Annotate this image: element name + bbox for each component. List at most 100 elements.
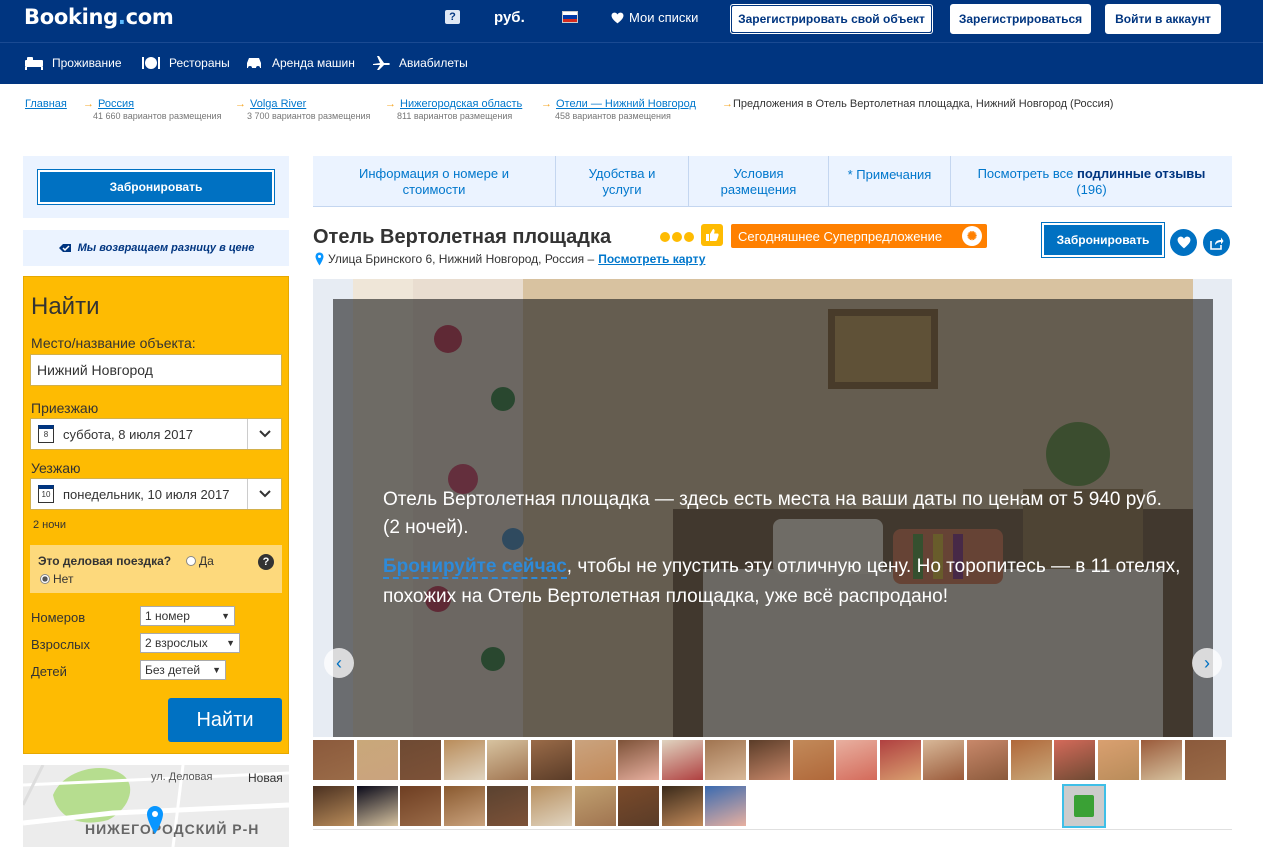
map-pin-icon: [147, 806, 163, 834]
tab-amenities[interactable]: Удобства и услуги: [556, 156, 689, 207]
nav-accommodation-label: Проживание: [52, 56, 122, 70]
business-yes-radio[interactable]: Да: [186, 554, 214, 568]
breadcrumb-hotels[interactable]: → Отели — Нижний Новгород 458 вариантов ра…: [541, 98, 696, 121]
photo-thumbnail[interactable]: [574, 740, 616, 780]
photo-thumbnail[interactable]: [400, 740, 442, 780]
thumbs-up-icon[interactable]: [701, 224, 723, 246]
nav-restaurants[interactable]: Рестораны: [141, 55, 230, 71]
photo-thumbnail[interactable]: [313, 786, 354, 826]
breadcrumb-volga[interactable]: → Volga River 3 700 вариантов размещения: [235, 98, 370, 121]
currency-selector[interactable]: руб.: [494, 9, 525, 26]
breadcrumb-home-link[interactable]: Главная: [25, 98, 67, 110]
photo-thumbnail[interactable]: [923, 740, 965, 780]
nav-restaurants-label: Рестораны: [169, 56, 230, 70]
photo-thumbnail[interactable]: [531, 786, 572, 826]
destination-input[interactable]: Нижний Новгород: [30, 354, 282, 386]
save-heart-icon[interactable]: [1170, 229, 1197, 256]
breadcrumb-volga-link[interactable]: Volga River: [250, 98, 306, 110]
photo-thumbnail[interactable]: [443, 786, 485, 826]
photo-thumbnail[interactable]: [400, 786, 442, 826]
photo-thumbnail[interactable]: [443, 740, 485, 780]
prev-photo-arrow-icon[interactable]: ‹: [324, 648, 354, 678]
breadcrumb-region[interactable]: → Нижегородская область 811 вариантов разм…: [385, 98, 522, 121]
photo-thumbnail[interactable]: [836, 740, 878, 780]
photo-thumbnail[interactable]: [705, 786, 747, 826]
super-deal-badge[interactable]: Сегодняшнее Суперпредложение ✺: [731, 224, 987, 248]
checkout-date-value: понедельник, 10 июля 2017: [63, 486, 230, 502]
breadcrumb-region-link[interactable]: Нижегородская область: [400, 98, 522, 110]
checkin-date-input[interactable]: 8 суббота, 8 июля 2017: [30, 418, 282, 450]
breadcrumb-region-count: 811 вариантов размещения: [397, 111, 513, 121]
photo-thumbnail[interactable]: [1097, 740, 1139, 780]
tab-reviews[interactable]: Посмотреть все подлинные отзывы (196): [951, 156, 1232, 207]
nav-car-rental-label: Аренда машин: [272, 56, 355, 70]
rooms-select[interactable]: 1 номер ▼: [140, 606, 235, 626]
checkout-date-input[interactable]: 10 понедельник, 10 июля 2017: [30, 478, 282, 510]
photo-thumbnail[interactable]: [1010, 740, 1052, 780]
next-photo-arrow-icon[interactable]: ›: [1192, 648, 1222, 678]
tab-conditions[interactable]: Условия размещения: [689, 156, 829, 207]
nav-flights-label: Авиабилеты: [399, 56, 468, 70]
book-now-link[interactable]: Бронируйте сейчас: [383, 556, 567, 579]
checkin-label: Приезжаю: [31, 400, 99, 416]
photo-thumbnail[interactable]: [487, 740, 529, 780]
search-submit-button[interactable]: Найти: [168, 698, 282, 742]
photo-thumbnail[interactable]: [531, 740, 572, 780]
chevron-down-icon[interactable]: [247, 479, 281, 509]
price-match-banner[interactable]: Мы возвращаем разницу в цене: [23, 230, 289, 266]
business-trip-box: Это деловая поездка? Да Нет ?: [30, 545, 282, 593]
share-icon[interactable]: [1203, 229, 1230, 256]
register-button[interactable]: Зарегистрироваться: [950, 4, 1091, 34]
photo-thumbnail[interactable]: [661, 786, 703, 826]
breadcrumb-hotels-link[interactable]: Отели — Нижний Новгород: [556, 98, 696, 110]
photo-thumbnail[interactable]: [574, 786, 616, 826]
breadcrumb: Главная → Россия 41 660 вариантов размещен…: [25, 98, 1245, 128]
booking-logo[interactable]: Booking.com: [24, 5, 174, 29]
photo-thumbnail[interactable]: [618, 740, 660, 780]
star-icon: [660, 232, 670, 242]
nav-flights[interactable]: Авиабилеты: [371, 55, 468, 71]
photo-thumbnail[interactable]: [356, 786, 398, 826]
location-map[interactable]: ул. Деловая Новая НИЖЕГОРОДСКИЙ Р-Н: [23, 765, 289, 847]
show-map-link[interactable]: Посмотреть карту: [598, 252, 705, 266]
chevron-down-icon[interactable]: [247, 419, 281, 449]
adults-select[interactable]: 2 взрослых ▼: [140, 633, 240, 653]
help-icon[interactable]: ?: [258, 554, 274, 570]
nav-accommodation[interactable]: Проживание: [24, 55, 122, 71]
photo-thumbnail[interactable]: [749, 740, 790, 780]
reviews-count: (196): [1076, 181, 1107, 197]
photo-thumbnail[interactable]: [661, 740, 703, 780]
tab-room-info[interactable]: Информация о номере и стоимости: [313, 156, 556, 207]
login-button[interactable]: Войти в аккаунт: [1105, 4, 1221, 34]
register-property-button[interactable]: Зарегистрировать свой объект: [730, 4, 933, 34]
photo-thumbnail[interactable]: [1141, 740, 1183, 780]
sidebar-book-button[interactable]: Забронировать: [37, 169, 275, 205]
breadcrumb-home[interactable]: Главная: [25, 98, 67, 110]
photo-thumbnail[interactable]: [705, 740, 747, 780]
tab-notes[interactable]: * Примечания: [829, 156, 951, 207]
hotel-book-button[interactable]: Забронировать: [1041, 222, 1165, 258]
photo-thumbnail[interactable]: [1054, 740, 1096, 780]
nav-car-rental[interactable]: Аренда машин: [244, 55, 355, 71]
address-text: Улица Бринского 6, Нижний Новгород, Росс…: [328, 252, 595, 266]
business-no-radio[interactable]: Нет: [40, 572, 73, 586]
photo-thumbnail[interactable]: [879, 740, 921, 780]
photo-thumbnail[interactable]: [356, 740, 398, 780]
photo-thumbnail[interactable]: [967, 740, 1008, 780]
rooms-label: Номеров: [31, 610, 86, 625]
children-select[interactable]: Без детей ▼: [140, 660, 226, 680]
wishlist-link[interactable]: Мои списки: [611, 10, 698, 25]
photo-thumbnail[interactable]: [792, 740, 834, 780]
photo-thumbnail[interactable]: [313, 740, 354, 780]
photo-thumbnail[interactable]: [487, 786, 529, 826]
price-match-label: Мы возвращаем разницу в цене: [77, 242, 255, 254]
breadcrumb-russia[interactable]: → Россия 41 660 вариантов размещения: [83, 98, 221, 121]
russia-flag-icon[interactable]: [562, 11, 578, 23]
breadcrumb-volga-count: 3 700 вариантов размещения: [247, 111, 371, 121]
business-trip-question: Это деловая поездка?: [38, 554, 172, 568]
photo-thumbnail[interactable]: [618, 786, 660, 826]
photo-thumbnail[interactable]: [1185, 740, 1226, 780]
breadcrumb-russia-link[interactable]: Россия: [98, 98, 134, 110]
locked-photos-thumbnail[interactable]: [1062, 784, 1106, 828]
help-icon[interactable]: ?: [445, 10, 460, 24]
